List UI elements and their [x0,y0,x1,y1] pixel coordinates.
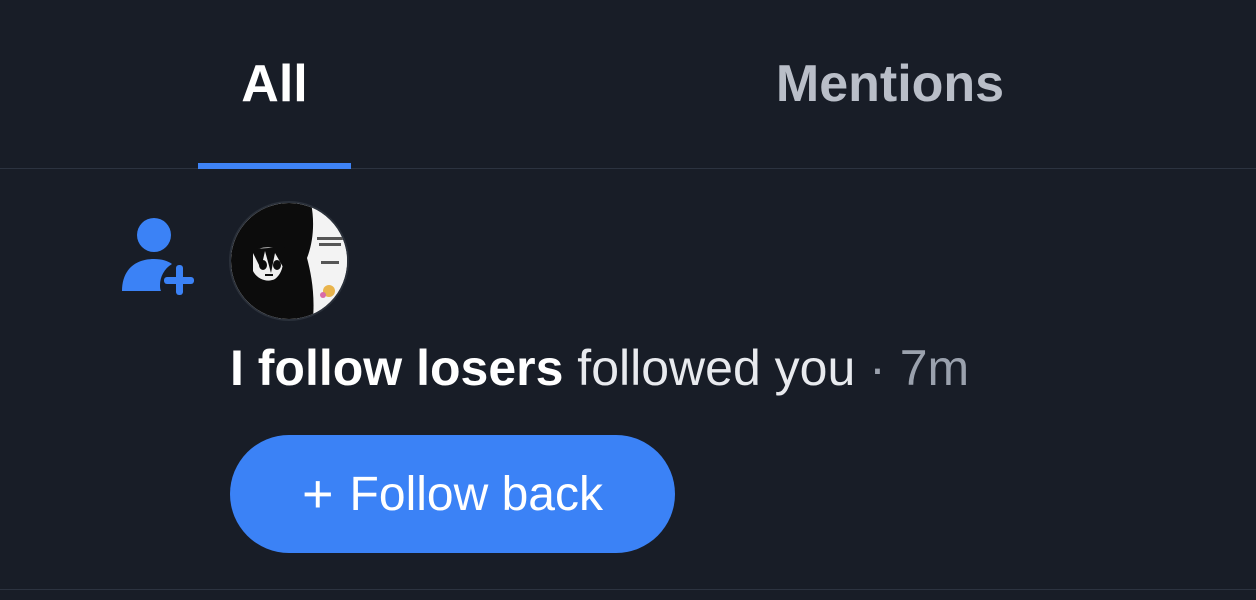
user-name-link[interactable]: I follow losers [230,340,563,396]
separator: · [855,340,900,396]
tab-bar: All Mentions [0,0,1256,169]
tab-all-label: All [241,55,308,113]
follow-back-button[interactable]: + Follow back [230,435,675,553]
avatar[interactable] [229,201,349,321]
person-add-icon [122,218,196,297]
tab-mentions-label: Mentions [775,55,1005,113]
tab-all[interactable]: All [198,0,351,168]
plus-icon: + [302,464,334,524]
notification-text: I follow losers followed you · 7m [230,339,969,397]
tab-mentions[interactable]: Mentions [740,0,1040,168]
notification-item[interactable]: I follow losers followed you · 7m + Foll… [0,169,1256,589]
divider [0,589,1256,590]
avatar-image [231,203,347,319]
timestamp: 7m [899,340,970,396]
follow-back-label: Follow back [349,467,603,521]
notification-action: followed you [563,340,856,396]
